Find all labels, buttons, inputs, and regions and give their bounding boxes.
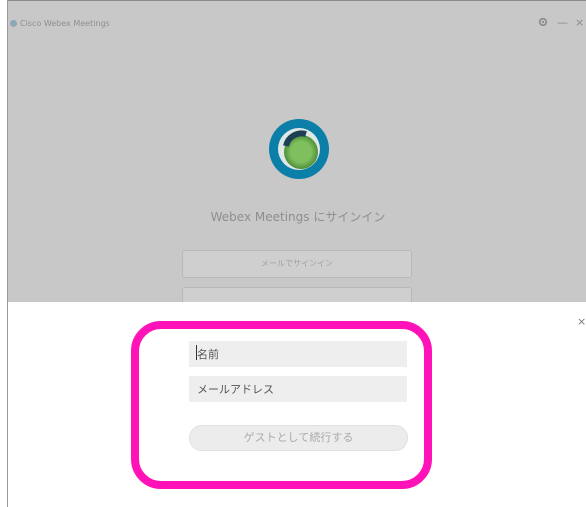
name-input[interactable] [189,341,407,367]
signin-title: Webex Meetings にサインイン [210,210,386,224]
title-bar: Cisco Webex Meetings — × [8,14,586,34]
email-input[interactable] [189,376,407,402]
minimize-icon[interactable]: — [557,17,568,29]
signup-button [182,287,412,302]
app-title: Cisco Webex Meetings [20,19,110,28]
text-caret [196,345,197,360]
gear-icon[interactable] [538,17,548,30]
webex-small-icon [10,20,17,27]
continue-as-guest-button[interactable]: ゲストとして続行する [189,425,408,451]
window-top-border [8,0,586,1]
webex-logo-icon [269,119,329,179]
app-window: Cisco Webex Meetings — × Webex Meetings … [7,0,586,507]
close-window-icon[interactable]: × [575,17,584,29]
close-panel-icon[interactable]: × [577,315,586,328]
email-signin-button: メールでサインイン [182,250,412,278]
dimmed-background: Cisco Webex Meetings — × Webex Meetings … [8,0,586,302]
